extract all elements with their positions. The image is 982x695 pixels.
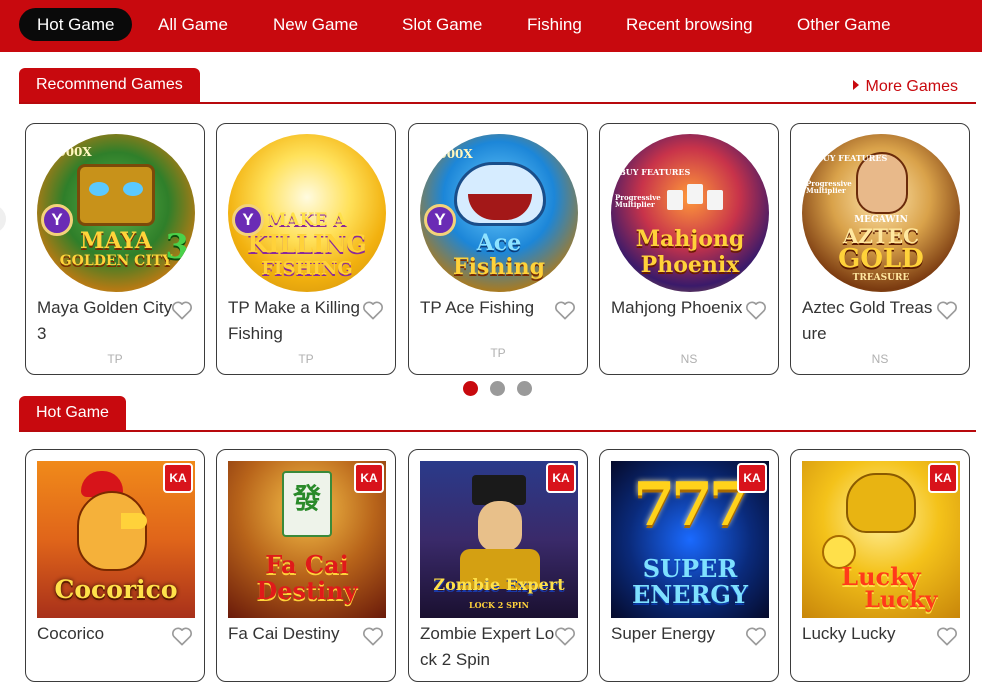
game-art-label: Destiny: [256, 576, 358, 605]
game-card-aztec-gold-treasure[interactable]: BUY FEATURES Progressive Multiplier MEGA…: [790, 123, 970, 375]
nav-tab-slot-game[interactable]: Slot Game: [402, 8, 482, 41]
game-art-label: GOLD: [838, 244, 924, 274]
game-thumbnail: BUY FEATURES Progressive Multiplier MEGA…: [802, 134, 960, 292]
nav-tab-recent-browsing[interactable]: Recent browsing: [626, 8, 753, 41]
game-title: Lucky Lucky: [802, 624, 896, 643]
game-thumbnail: 1000X Ace Fishing Y: [420, 134, 578, 292]
caret-right-icon: [852, 80, 859, 90]
game-thumbnail: Zombie Expert LOCK 2 SPIN KA: [420, 461, 578, 618]
heart-icon[interactable]: [554, 626, 576, 646]
game-title: Zombie Expert Lock 2 Spin: [420, 624, 555, 669]
game-title: Cocorico: [37, 624, 105, 643]
more-games-label: More Games: [865, 78, 958, 95]
game-card-fa-cai-destiny[interactable]: 發 Fa Cai Destiny KA Fa Cai Destiny: [216, 449, 396, 682]
heart-icon[interactable]: [171, 626, 193, 646]
game-thumbnail: Cocorico KA: [37, 461, 195, 618]
game-art-label: Fa Cai: [265, 550, 349, 579]
game-thumbnail: Lucky Lucky KA: [802, 461, 960, 618]
nav-tab-new-game[interactable]: New Game: [273, 8, 358, 41]
game-art-label: SUPER: [642, 554, 738, 583]
game-art-label: 3: [165, 227, 189, 267]
heart-icon[interactable]: [745, 300, 767, 320]
nav-tab-fishing[interactable]: Fishing: [527, 8, 582, 41]
game-vendor: TP: [107, 352, 123, 366]
heart-icon[interactable]: [745, 626, 767, 646]
game-art-label: Progressive Multiplier: [806, 179, 852, 195]
recommend-section-header: Recommend Games More Games: [19, 68, 976, 104]
heart-icon[interactable]: [362, 626, 384, 646]
carousel-dot-2[interactable]: [490, 381, 505, 396]
game-card-super-energy[interactable]: 777 SUPER ENERGY KA Super Energy: [599, 449, 779, 682]
game-card-make-a-killing-fishing[interactable]: MAKE A KILLING FISHING Y TP Make a Killi…: [216, 123, 396, 375]
game-thumbnail: MAKE A KILLING FISHING Y: [228, 134, 386, 292]
game-title: Fa Cai Destiny: [228, 624, 340, 643]
nav-tab-all-game[interactable]: All Game: [158, 8, 228, 41]
game-art-label: Cocorico: [54, 575, 178, 604]
top-nav: Hot Game All Game New Game Slot Game Fis…: [0, 0, 982, 52]
hot-game-section-title: Hot Game: [19, 396, 126, 430]
game-art-label: BUY FEATURES: [619, 167, 691, 177]
game-card-cocorico[interactable]: Cocorico KA Cocorico: [25, 449, 205, 682]
game-art-label: AZTEC: [842, 224, 920, 248]
game-card-maya-golden-city3[interactable]: 1000X MAYA GOLDEN CITY 3 Y Maya Golden C…: [25, 123, 205, 375]
carousel-dot-3[interactable]: [517, 381, 532, 396]
game-card-zombie-expert-lock-2-spin[interactable]: Zombie Expert LOCK 2 SPIN KA Zombie Expe…: [408, 449, 588, 682]
game-title: TP Ace Fishing: [420, 298, 535, 317]
game-art-label: KILLING: [247, 229, 367, 258]
vendor-y-badge: Y: [424, 204, 456, 236]
game-art-label: Mahjong: [635, 226, 745, 252]
recommend-section-title: Recommend Games: [19, 68, 200, 102]
heart-icon[interactable]: [936, 626, 958, 646]
game-art-label: 1000X: [49, 145, 92, 159]
heart-icon[interactable]: [554, 300, 576, 320]
more-games-link[interactable]: More Games: [852, 78, 958, 96]
game-art-label: TREASURE: [852, 273, 910, 283]
game-art-label: Progressive Multiplier: [615, 193, 661, 209]
game-card-tp-ace-fishing[interactable]: 1000X Ace Fishing Y TP Ace Fishing TP: [408, 123, 588, 375]
vendor-y-badge: Y: [232, 204, 264, 236]
game-art-label: Phoenix: [640, 252, 740, 278]
game-thumbnail: 777 SUPER ENERGY KA: [611, 461, 769, 618]
game-card-mahjong-phoenix[interactable]: BUY FEATURES Progressive Multiplier Mahj…: [599, 123, 779, 375]
vendor-y-badge: Y: [41, 204, 73, 236]
game-art-label: ENERGY: [631, 580, 749, 609]
ka-provider-logo: KA: [928, 463, 958, 493]
game-art-label: LOCK 2 SPIN: [469, 600, 529, 610]
game-vendor: NS: [871, 352, 889, 366]
game-title: Super Energy: [611, 624, 715, 643]
game-art-label: Lucky: [864, 587, 938, 613]
game-title: Mahjong Phoenix: [611, 298, 743, 317]
game-title: Maya Golden City3: [37, 298, 173, 343]
game-art-label: Zombie Expert: [433, 575, 565, 594]
ka-provider-logo: KA: [354, 463, 384, 493]
carousel-dot-1[interactable]: [463, 381, 478, 396]
game-art-label: FISHING: [261, 258, 353, 279]
game-thumbnail: BUY FEATURES Progressive Multiplier Mahj…: [611, 134, 769, 292]
game-thumbnail: 1000X MAYA GOLDEN CITY 3 Y: [37, 134, 195, 292]
heart-icon[interactable]: [171, 300, 193, 320]
hot-game-section-header: Hot Game: [19, 396, 976, 432]
nav-tab-other-game[interactable]: Other Game: [797, 8, 891, 41]
ka-provider-logo: KA: [546, 463, 576, 493]
carousel-prev-arrow[interactable]: [0, 205, 6, 233]
game-thumbnail: 發 Fa Cai Destiny KA: [228, 461, 386, 618]
heart-icon[interactable]: [936, 300, 958, 320]
game-card-lucky-lucky[interactable]: Lucky Lucky KA Lucky Lucky: [790, 449, 970, 682]
ka-provider-logo: KA: [737, 463, 767, 493]
game-title: Aztec Gold Treasure: [802, 298, 933, 343]
game-art-label: BUY FEATURES: [816, 153, 888, 163]
game-art-label: Lucky: [841, 562, 921, 591]
game-art-label: Fishing: [452, 254, 546, 280]
game-vendor: TP: [298, 352, 314, 366]
game-art-label: 1000X: [430, 147, 473, 161]
nav-tab-hot-game[interactable]: Hot Game: [19, 8, 133, 41]
game-vendor: NS: [680, 352, 698, 366]
game-title: TP Make a Killing Fishing: [228, 298, 360, 343]
game-vendor: TP: [490, 346, 506, 360]
ka-provider-logo: KA: [163, 463, 193, 493]
heart-icon[interactable]: [362, 300, 384, 320]
